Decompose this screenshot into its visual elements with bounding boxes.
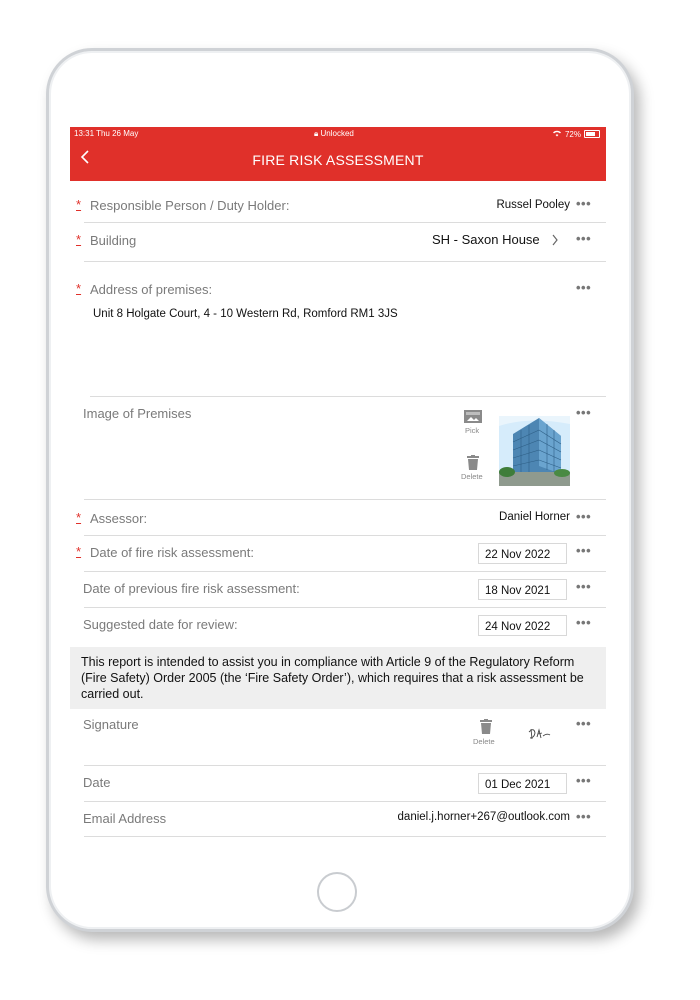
divider <box>84 571 606 572</box>
divider <box>84 765 606 766</box>
more-icon[interactable]: ••• <box>576 716 591 731</box>
divider <box>84 607 606 608</box>
assessor-value[interactable]: Daniel Horner <box>499 511 570 523</box>
review-date-field[interactable]: 24 Nov 2022 <box>478 615 567 636</box>
more-icon[interactable]: ••• <box>576 405 591 420</box>
status-bar: 13:31 Thu 26 May 🔒︎ Unlocked 72% <box>70 127 606 141</box>
status-time: 13:31 Thu 26 May <box>74 129 139 138</box>
wifi-icon <box>552 129 562 139</box>
address-value[interactable]: Unit 8 Holgate Court, 4 - 10 Western Rd,… <box>93 308 398 320</box>
chevron-right-icon[interactable] <box>551 233 559 251</box>
more-icon[interactable]: ••• <box>576 231 591 246</box>
more-icon[interactable]: ••• <box>576 280 591 295</box>
notice-text: This report is intended to assist you in… <box>81 655 584 701</box>
responsible-person-value[interactable]: Russel Pooley <box>496 199 570 211</box>
email-label: Email Address <box>83 811 167 826</box>
required-marker: * <box>76 510 82 525</box>
more-icon[interactable]: ••• <box>576 773 591 788</box>
previous-date-label: Date of previous fire risk assessment: <box>83 581 300 596</box>
delete-label[interactable]: Delete <box>473 737 495 746</box>
divider <box>84 499 606 500</box>
more-icon[interactable]: ••• <box>576 809 591 824</box>
email-value[interactable]: daniel.j.horner+267@outlook.com <box>398 811 570 823</box>
previous-date-field[interactable]: 18 Nov 2021 <box>478 579 567 600</box>
divider <box>84 836 606 837</box>
required-marker: * <box>76 197 82 212</box>
address-label: Address of premises: <box>90 282 213 297</box>
responsible-person-label: Responsible Person / Duty Holder: <box>90 198 290 213</box>
pick-label[interactable]: Pick <box>465 426 479 435</box>
page-title: FIRE RISK ASSESSMENT <box>252 152 424 168</box>
trash-icon[interactable] <box>479 719 493 739</box>
more-icon[interactable]: ••• <box>576 543 591 558</box>
premises-image[interactable] <box>499 416 570 486</box>
battery-percent: 72% <box>564 129 581 139</box>
more-icon[interactable]: ••• <box>576 579 591 594</box>
building-label: Building <box>90 233 137 248</box>
more-icon[interactable]: ••• <box>576 509 591 524</box>
divider <box>84 801 606 802</box>
assessment-date-label: Date of fire risk assessment: <box>90 545 254 560</box>
signature-image[interactable] <box>528 727 552 746</box>
divider <box>90 396 606 397</box>
lock-icon: 🔒︎ <box>314 129 319 138</box>
building-value[interactable]: SH - Saxon House <box>432 232 540 247</box>
status-lock: 🔒︎ Unlocked <box>314 129 354 139</box>
date-field[interactable]: 01 Dec 2021 <box>478 773 567 794</box>
required-marker: * <box>76 232 82 247</box>
assessment-date-field[interactable]: 22 Nov 2022 <box>478 543 567 564</box>
image-of-premises-label: Image of Premises <box>83 406 192 421</box>
more-icon[interactable]: ••• <box>576 196 591 211</box>
status-battery: 72% <box>552 129 600 139</box>
battery-icon <box>584 130 600 138</box>
divider <box>84 535 606 536</box>
divider <box>84 222 606 223</box>
nav-bar: FIRE RISK ASSESSMENT <box>70 141 606 181</box>
more-icon[interactable]: ••• <box>576 615 591 630</box>
home-button[interactable] <box>317 872 357 912</box>
required-marker: * <box>76 544 82 559</box>
assessor-label: Assessor: <box>90 511 148 526</box>
delete-label[interactable]: Delete <box>461 472 483 481</box>
date-label: Date <box>83 775 111 790</box>
review-date-label: Suggested date for review: <box>83 617 238 632</box>
compliance-notice: This report is intended to assist you in… <box>70 647 606 709</box>
lock-text: Unlocked <box>320 129 354 138</box>
app-screen: 13:31 Thu 26 May 🔒︎ Unlocked 72% FIRE RI… <box>70 127 606 842</box>
divider <box>84 261 606 262</box>
required-marker: * <box>76 281 82 296</box>
signature-label: Signature <box>83 717 139 732</box>
